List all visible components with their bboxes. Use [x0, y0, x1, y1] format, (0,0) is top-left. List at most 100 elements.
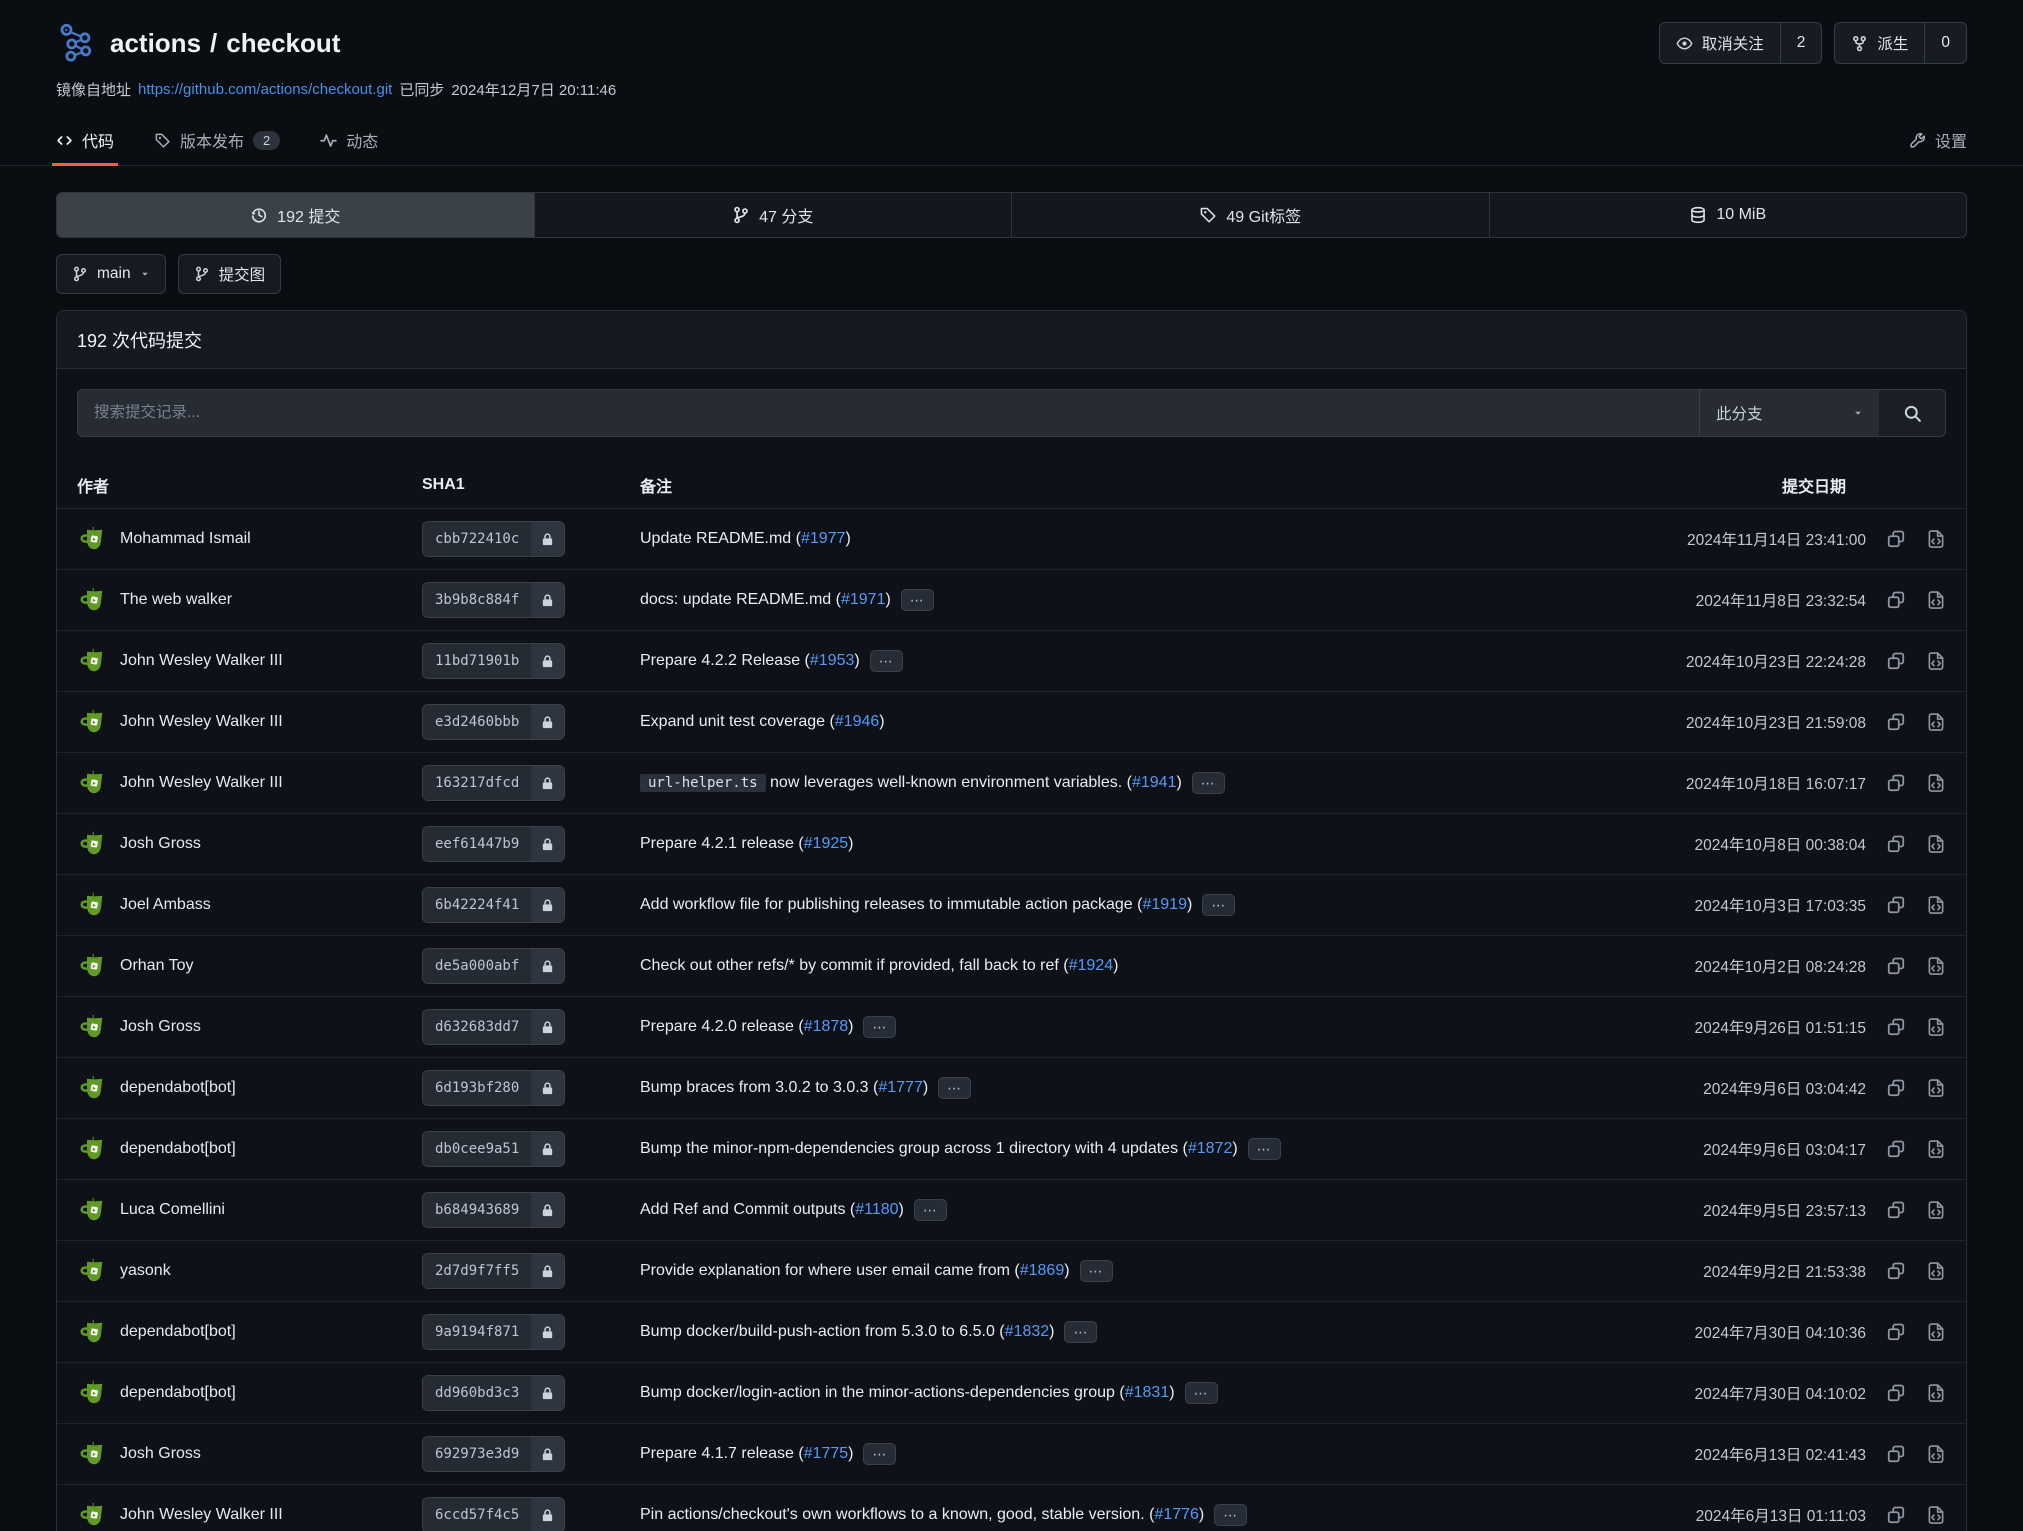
avatar[interactable]: [77, 768, 107, 798]
copy-sha-button[interactable]: [1886, 834, 1906, 854]
commit-sha-button[interactable]: 9a9194f871: [422, 1314, 565, 1350]
expand-commit-message-button[interactable]: ⋯: [1248, 1138, 1281, 1160]
commit-author-name[interactable]: yasonk: [120, 1262, 171, 1280]
copy-sha-button[interactable]: [1886, 529, 1906, 549]
commit-sha-button[interactable]: d632683dd7: [422, 1009, 565, 1045]
avatar[interactable]: [77, 829, 107, 859]
tab-settings[interactable]: 设置: [1909, 115, 1967, 165]
commit-author-name[interactable]: John Wesley Walker III: [120, 774, 283, 792]
tab-code[interactable]: 代码: [56, 115, 114, 165]
avatar[interactable]: [77, 646, 107, 676]
issue-link[interactable]: #1941: [1132, 774, 1177, 791]
browse-source-button[interactable]: [1926, 773, 1946, 793]
copy-sha-button[interactable]: [1886, 651, 1906, 671]
expand-commit-message-button[interactable]: ⋯: [1185, 1382, 1218, 1404]
avatar[interactable]: [77, 1073, 107, 1103]
branch-selector[interactable]: main: [56, 254, 166, 294]
commit-author-name[interactable]: John Wesley Walker III: [120, 652, 283, 670]
issue-link[interactable]: #1872: [1188, 1140, 1233, 1157]
tab-activity[interactable]: 动态: [320, 115, 378, 165]
avatar[interactable]: [77, 1134, 107, 1164]
stat-branches[interactable]: 47 分支: [534, 193, 1012, 237]
expand-commit-message-button[interactable]: ⋯: [914, 1199, 947, 1221]
browse-source-button[interactable]: [1926, 834, 1946, 854]
avatar[interactable]: [77, 1439, 107, 1469]
commit-author-name[interactable]: The web walker: [120, 591, 232, 609]
copy-sha-button[interactable]: [1886, 590, 1906, 610]
stat-tags[interactable]: 49 Git标签: [1011, 193, 1489, 237]
issue-link[interactable]: #1971: [841, 591, 886, 608]
avatar[interactable]: [77, 1256, 107, 1286]
commit-sha-button[interactable]: 11bd71901b: [422, 643, 565, 679]
expand-commit-message-button[interactable]: ⋯: [870, 650, 903, 672]
issue-link[interactable]: #1878: [804, 1018, 849, 1035]
browse-source-button[interactable]: [1926, 1200, 1946, 1220]
expand-commit-message-button[interactable]: ⋯: [863, 1016, 896, 1038]
commit-author-name[interactable]: Josh Gross: [120, 835, 201, 853]
browse-source-button[interactable]: [1926, 1505, 1946, 1525]
issue-link[interactable]: #1924: [1069, 957, 1114, 974]
copy-sha-button[interactable]: [1886, 1017, 1906, 1037]
commit-sha-button[interactable]: 6d193bf280: [422, 1070, 565, 1106]
copy-sha-button[interactable]: [1886, 956, 1906, 976]
issue-link[interactable]: #1180: [855, 1201, 898, 1218]
expand-commit-message-button[interactable]: ⋯: [1192, 772, 1225, 794]
avatar[interactable]: [77, 1317, 107, 1347]
browse-source-button[interactable]: [1926, 529, 1946, 549]
commit-sha-button[interactable]: 3b9b8c884f: [422, 582, 565, 618]
browse-source-button[interactable]: [1926, 1383, 1946, 1403]
browse-source-button[interactable]: [1926, 1322, 1946, 1342]
expand-commit-message-button[interactable]: ⋯: [1214, 1504, 1247, 1526]
commit-sha-button[interactable]: dd960bd3c3: [422, 1375, 565, 1411]
branch-filter-dropdown[interactable]: 此分支: [1699, 390, 1879, 436]
browse-source-button[interactable]: [1926, 712, 1946, 732]
commit-author-name[interactable]: Mohammad Ismail: [120, 530, 251, 548]
search-button[interactable]: [1879, 390, 1945, 436]
avatar[interactable]: [77, 890, 107, 920]
commit-sha-button[interactable]: de5a000abf: [422, 948, 565, 984]
mirror-url-link[interactable]: https://github.com/actions/checkout.git: [138, 81, 392, 98]
avatar[interactable]: [77, 707, 107, 737]
commit-sha-button[interactable]: 6ccd57f4c5: [422, 1497, 565, 1531]
commit-sha-button[interactable]: 6b42224f41: [422, 887, 565, 923]
avatar[interactable]: [77, 585, 107, 615]
commit-sha-button[interactable]: b684943689: [422, 1192, 565, 1228]
issue-link[interactable]: #1777: [878, 1079, 923, 1096]
issue-link[interactable]: #1953: [810, 652, 855, 669]
commit-author-name[interactable]: John Wesley Walker III: [120, 713, 283, 731]
commit-sha-button[interactable]: eef61447b9: [422, 826, 565, 862]
copy-sha-button[interactable]: [1886, 895, 1906, 915]
stat-commits[interactable]: 192 提交: [57, 193, 534, 237]
commit-search-input[interactable]: [78, 390, 1699, 436]
copy-sha-button[interactable]: [1886, 1505, 1906, 1525]
copy-sha-button[interactable]: [1886, 1444, 1906, 1464]
tab-releases[interactable]: 版本发布 2: [154, 115, 280, 165]
commit-author-name[interactable]: dependabot[bot]: [120, 1384, 236, 1402]
expand-commit-message-button[interactable]: ⋯: [1064, 1321, 1097, 1343]
issue-link[interactable]: #1775: [804, 1445, 849, 1462]
issue-link[interactable]: #1869: [1020, 1262, 1065, 1279]
forks-count[interactable]: 0: [1924, 23, 1966, 63]
commit-author-name[interactable]: dependabot[bot]: [120, 1323, 236, 1341]
expand-commit-message-button[interactable]: ⋯: [863, 1443, 896, 1465]
copy-sha-button[interactable]: [1886, 1200, 1906, 1220]
issue-link[interactable]: #1946: [835, 713, 880, 730]
issue-link[interactable]: #1977: [801, 530, 846, 547]
repo-name-link[interactable]: checkout: [226, 28, 340, 59]
commit-author-name[interactable]: Orhan Toy: [120, 957, 194, 975]
issue-link[interactable]: #1919: [1142, 896, 1187, 913]
avatar[interactable]: [77, 1012, 107, 1042]
commit-author-name[interactable]: dependabot[bot]: [120, 1079, 236, 1097]
issue-link[interactable]: #1925: [804, 835, 849, 852]
commit-author-name[interactable]: dependabot[bot]: [120, 1140, 236, 1158]
copy-sha-button[interactable]: [1886, 1139, 1906, 1159]
copy-sha-button[interactable]: [1886, 773, 1906, 793]
commit-sha-button[interactable]: 692973e3d9: [422, 1436, 565, 1472]
expand-commit-message-button[interactable]: ⋯: [1202, 894, 1235, 916]
watchers-count[interactable]: 2: [1780, 23, 1822, 63]
browse-source-button[interactable]: [1926, 956, 1946, 976]
commit-sha-button[interactable]: db0cee9a51: [422, 1131, 565, 1167]
browse-source-button[interactable]: [1926, 1017, 1946, 1037]
browse-source-button[interactable]: [1926, 1139, 1946, 1159]
fork-button[interactable]: 派生 0: [1834, 22, 1967, 64]
